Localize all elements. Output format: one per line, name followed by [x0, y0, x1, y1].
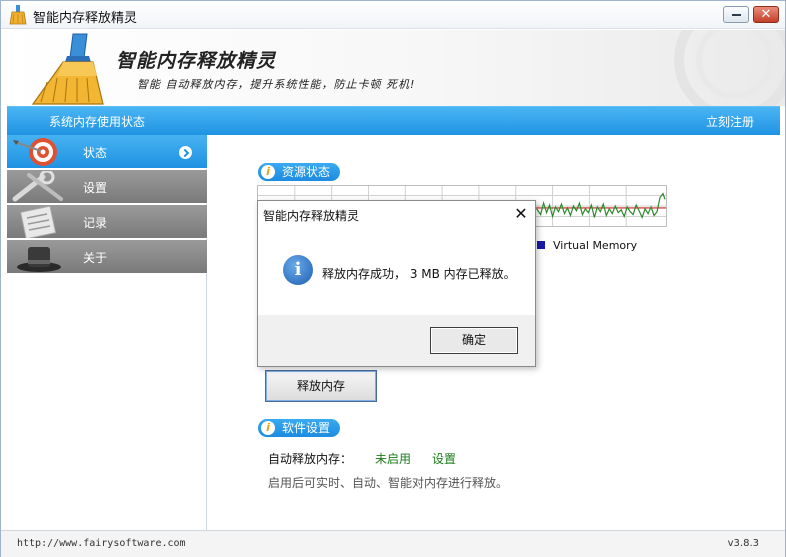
broom-app-icon — [9, 5, 27, 25]
auto-release-settings-link[interactable]: 设置 — [432, 450, 456, 467]
app-slogan: 智能 自动释放内存，提升系统性能，防止卡顿 死机! — [137, 78, 416, 91]
section-title: 软件设置 — [282, 421, 331, 435]
dialog-close-button[interactable]: ✕ — [510, 203, 532, 225]
auto-release-label: 自动释放内存： — [268, 452, 353, 466]
footer: http://www.fairysoftware.com v3.8.3 — [1, 530, 785, 557]
sidebar-item-status[interactable]: 状态 — [7, 135, 207, 169]
info-icon: i — [261, 421, 275, 435]
version-label: v3.8.3 — [727, 538, 759, 549]
minimize-icon — [732, 14, 741, 16]
sidebar-item-log[interactable]: 记录 — [7, 205, 207, 239]
sidebar-item-settings[interactable]: 设置 — [7, 170, 207, 204]
header-banner: 智能内存释放精灵 智能 自动释放内存，提升系统性能，防止卡顿 死机! — [1, 30, 785, 106]
section-title: 资源状态 — [282, 165, 331, 179]
sidebar-item-about[interactable]: 关于 — [7, 240, 207, 274]
software-settings-header: i 软件设置 — [258, 419, 341, 437]
hat-icon — [17, 247, 61, 272]
register-link[interactable]: 立刻注册 — [706, 113, 754, 130]
close-icon: ✕ — [760, 7, 772, 22]
dialog-body: i 释放内存成功， 3 MB 内存已释放。 — [258, 231, 535, 315]
dialog-message: 释放内存成功， 3 MB 内存已释放。 — [322, 267, 516, 281]
dialog-footer: 确定 — [258, 315, 535, 366]
website-link[interactable]: http://www.fairysoftware.com — [17, 538, 186, 549]
window-title: 智能内存释放精灵 — [33, 11, 138, 26]
dialog-title: 智能内存释放精灵 — [263, 209, 360, 223]
sidebar-item-label: 记录 — [83, 216, 108, 230]
sidebar: 状态 设置 记录 关于 — [7, 135, 207, 530]
release-memory-button[interactable]: 释放内存 — [265, 370, 377, 402]
title-bar: 智能内存释放精灵 ✕ — [1, 1, 785, 29]
clipboard-icon — [20, 206, 57, 238]
info-icon: i — [283, 255, 313, 285]
wrench-icon — [12, 171, 63, 202]
broom-logo-icon — [31, 33, 104, 105]
minimize-button[interactable] — [723, 6, 749, 23]
message-dialog: 智能内存释放精灵 ✕ i 释放内存成功， 3 MB 内存已释放。 确定 — [257, 200, 536, 367]
close-button[interactable]: ✕ — [753, 6, 779, 23]
app-window: 智能内存释放精灵 ✕ 智能内存释放精灵 智能 自动释放内存，提升系统性能，防止卡… — [0, 0, 786, 557]
auto-release-state-link[interactable]: 未启用 — [375, 450, 411, 467]
memory-series-line — [536, 192, 666, 220]
auto-release-description: 启用后可实时、自动、智能对内存进行释放。 — [268, 476, 509, 490]
sidebar-item-label: 状态 — [83, 146, 108, 160]
memory-status-bar: 系统内存使用状态 立刻注册 — [7, 106, 780, 135]
memory-status-title: 系统内存使用状态 — [49, 115, 146, 129]
info-icon: i — [261, 165, 275, 179]
app-title: 智能内存释放精灵 — [116, 50, 277, 72]
sidebar-item-label: 设置 — [83, 181, 108, 195]
legend-virtual-memory: Virtual Memory — [553, 239, 638, 252]
ok-button[interactable]: 确定 — [430, 327, 518, 354]
resource-status-header: i 资源状态 — [258, 163, 341, 181]
legend-swatch — [537, 241, 545, 249]
decorative-gear-icon — [674, 30, 785, 106]
sidebar-item-label: 关于 — [83, 251, 108, 265]
target-icon — [13, 138, 57, 166]
chevron-right-icon — [179, 146, 192, 159]
